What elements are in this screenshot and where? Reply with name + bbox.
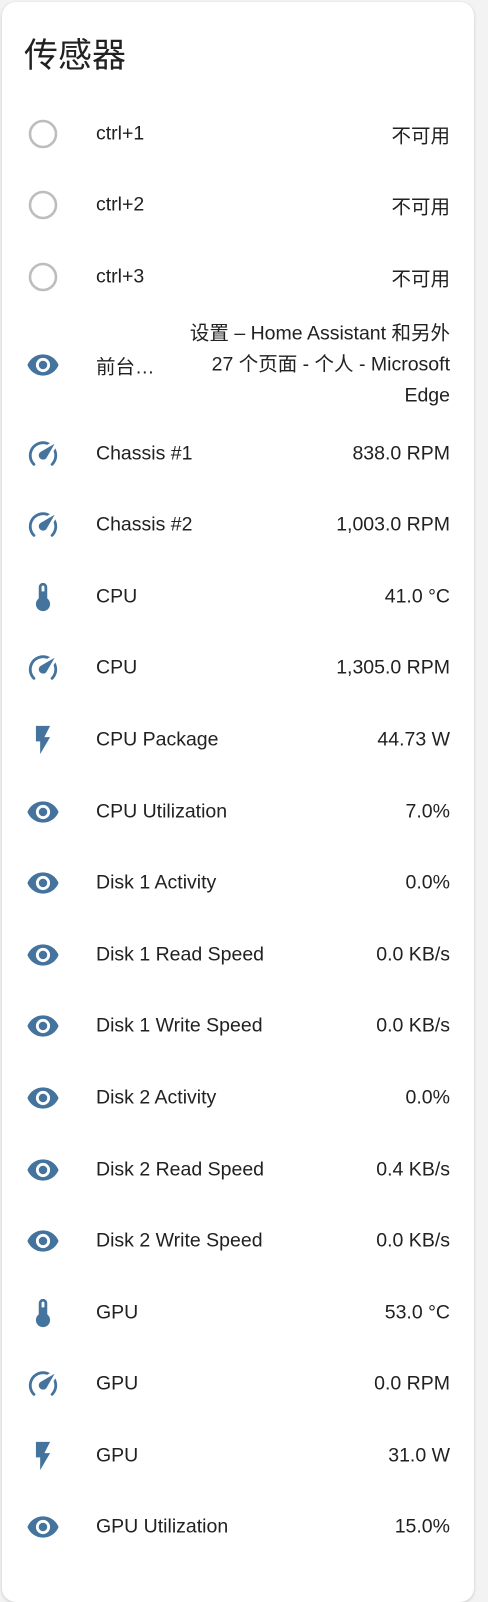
entity-row[interactable]: ctrl+3 不可用 bbox=[2, 241, 474, 313]
entity-row[interactable]: Disk 1 Read Speed 0.0 KB/s bbox=[2, 919, 474, 991]
entity-name: CPU bbox=[96, 585, 138, 608]
circle-outline-icon bbox=[26, 260, 60, 294]
entity-name: CPU Package bbox=[96, 728, 219, 751]
sensors-card: 传感器 ctrl+1 不可用 ctrl+2 不可用 ctrl+3 不可用 前台…… bbox=[2, 2, 474, 1602]
flash-icon bbox=[26, 1439, 60, 1473]
eye-icon bbox=[26, 348, 60, 382]
entity-state: 0.0% bbox=[405, 871, 450, 894]
entity-state: 0.0% bbox=[405, 1086, 450, 1109]
entity-state: 0.0 KB/s bbox=[376, 1229, 450, 1252]
circle-outline-icon bbox=[26, 188, 60, 222]
entity-state: 0.4 KB/s bbox=[376, 1158, 450, 1181]
entity-state: 15.0% bbox=[394, 1515, 450, 1538]
entity-row[interactable]: GPU Utilization 15.0% bbox=[2, 1492, 474, 1564]
entity-row[interactable]: 前台… 设置 – Home Assistant 和另外 27 个页面 - 个人 … bbox=[2, 313, 474, 418]
entity-state: 不可用 bbox=[391, 196, 450, 219]
eye-icon bbox=[26, 1224, 60, 1258]
entity-row[interactable]: Disk 2 Write Speed 0.0 KB/s bbox=[2, 1205, 474, 1277]
entity-name: GPU bbox=[96, 1444, 139, 1467]
entity-name: Disk 2 Write Speed bbox=[96, 1229, 263, 1252]
speedometer-icon bbox=[26, 508, 60, 542]
entity-state: 838.0 RPM bbox=[352, 442, 450, 465]
entity-row[interactable]: Disk 2 Read Speed 0.4 KB/s bbox=[2, 1134, 474, 1206]
entity-name: Chassis #2 bbox=[96, 513, 193, 536]
entity-row[interactable]: ctrl+2 不可用 bbox=[2, 170, 474, 242]
entity-state: 不可用 bbox=[391, 125, 450, 148]
entity-row[interactable]: CPU Package 44.73 W bbox=[2, 704, 474, 776]
circle-outline-icon bbox=[26, 117, 60, 151]
eye-icon bbox=[26, 1081, 60, 1115]
entity-name: Disk 1 Activity bbox=[96, 871, 217, 894]
thermometer-icon bbox=[26, 580, 60, 614]
entity-name: GPU bbox=[96, 1372, 139, 1395]
thermometer-icon bbox=[26, 1296, 60, 1330]
entity-state: 不可用 bbox=[391, 268, 450, 291]
entity-name: ctrl+3 bbox=[96, 265, 145, 288]
entity-state: 0.0 KB/s bbox=[376, 943, 450, 966]
entity-state: 44.73 W bbox=[377, 728, 450, 751]
entity-state: 53.0 °C bbox=[384, 1301, 450, 1324]
entity-state: 设置 – Home Assistant 和另外 27 个页面 - 个人 - Mi… bbox=[189, 322, 450, 407]
eye-icon bbox=[26, 1153, 60, 1187]
entity-state: 1,305.0 RPM bbox=[336, 656, 450, 679]
entity-name: Chassis #1 bbox=[96, 442, 193, 465]
speedometer-icon bbox=[26, 1367, 60, 1401]
entity-state: 41.0 °C bbox=[384, 585, 450, 608]
entity-name: Disk 1 Read Speed bbox=[96, 943, 265, 966]
entity-state: 0.0 RPM bbox=[374, 1372, 450, 1395]
entity-state: 7.0% bbox=[405, 800, 450, 823]
entity-row[interactable]: Chassis #2 1,003.0 RPM bbox=[2, 489, 474, 561]
eye-icon bbox=[26, 795, 60, 829]
entity-row[interactable]: Chassis #1 838.0 RPM bbox=[2, 418, 474, 490]
entity-state: 31.0 W bbox=[388, 1444, 450, 1467]
eye-icon bbox=[26, 1510, 60, 1544]
entity-name: CPU bbox=[96, 656, 138, 679]
entity-row[interactable]: GPU 31.0 W bbox=[2, 1420, 474, 1492]
entity-state: 0.0 KB/s bbox=[376, 1014, 450, 1037]
entity-row[interactable]: Disk 1 Activity 0.0% bbox=[2, 847, 474, 919]
entity-name: ctrl+1 bbox=[96, 122, 145, 145]
entity-name: Disk 2 Activity bbox=[96, 1086, 217, 1109]
entity-row[interactable]: Disk 2 Activity 0.0% bbox=[2, 1062, 474, 1134]
entity-row[interactable]: Disk 1 Write Speed 0.0 KB/s bbox=[2, 991, 474, 1063]
entity-name: Disk 2 Read Speed bbox=[96, 1158, 265, 1181]
entity-name: Disk 1 Write Speed bbox=[96, 1014, 263, 1037]
entity-name: CPU Utilization bbox=[96, 800, 228, 823]
entity-row[interactable]: ctrl+1 不可用 bbox=[2, 98, 474, 170]
entity-row[interactable]: GPU 0.0 RPM bbox=[2, 1349, 474, 1421]
eye-icon bbox=[26, 1009, 60, 1043]
eye-icon bbox=[26, 938, 60, 972]
entity-name: 前台… bbox=[96, 356, 155, 379]
flash-icon bbox=[26, 723, 60, 757]
entity-name: GPU bbox=[96, 1301, 139, 1324]
entity-row[interactable]: CPU Utilization 7.0% bbox=[2, 776, 474, 848]
speedometer-icon bbox=[26, 437, 60, 471]
eye-icon bbox=[26, 866, 60, 900]
entity-row[interactable]: GPU 53.0 °C bbox=[2, 1277, 474, 1349]
entity-name: GPU Utilization bbox=[96, 1515, 229, 1538]
card-title: 传感器 bbox=[24, 36, 126, 76]
entity-state: 1,003.0 RPM bbox=[336, 513, 450, 536]
entity-row[interactable]: CPU 1,305.0 RPM bbox=[2, 633, 474, 705]
entity-row[interactable]: CPU 41.0 °C bbox=[2, 561, 474, 633]
entity-list: ctrl+1 不可用 ctrl+2 不可用 ctrl+3 不可用 前台… 设置 … bbox=[2, 98, 474, 1563]
entity-name: ctrl+2 bbox=[96, 193, 145, 216]
speedometer-icon bbox=[26, 651, 60, 685]
